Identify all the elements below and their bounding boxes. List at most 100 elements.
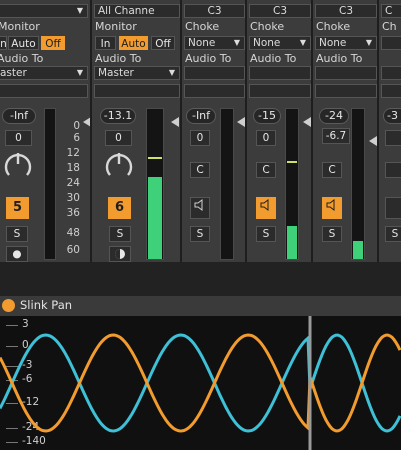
meter-fill — [148, 176, 162, 259]
audio-to-select[interactable] — [315, 66, 377, 80]
volume-fader-handle[interactable] — [171, 117, 179, 127]
pan-display[interactable]: 0 — [105, 130, 132, 146]
channel-strip-c3-b: C3 Choke None ▼ Audio To -15 0 C S — [247, 0, 313, 262]
note-c-button[interactable]: C — [322, 162, 342, 178]
monitor-auto-button[interactable]: Auto — [119, 36, 148, 50]
volume-fader-handle[interactable] — [303, 117, 311, 127]
pan-display[interactable]: 0 — [190, 130, 210, 146]
monitor-off-button[interactable]: Off — [41, 36, 65, 50]
audio-to-label: Audio To — [250, 52, 297, 65]
track-activator-button[interactable]: 6 — [108, 197, 131, 219]
monitor-off-button[interactable]: Off — [151, 36, 175, 50]
volume-display[interactable]: -Inf — [186, 108, 216, 124]
level-meter — [220, 108, 234, 260]
sends-field — [315, 84, 377, 98]
solo-button[interactable]: S — [256, 226, 276, 242]
input-channel-select[interactable]: All Channe — [94, 4, 180, 18]
note-c-button[interactable]: C — [256, 162, 276, 178]
note-field[interactable]: C3 — [315, 4, 377, 18]
half-circle-icon — [115, 249, 125, 259]
note-field[interactable]: C3 — [249, 4, 311, 18]
monitor-in-button[interactable]: In — [0, 36, 7, 50]
choke-value: None — [253, 37, 281, 49]
device-on-icon[interactable] — [2, 299, 15, 312]
choke-select[interactable]: None ▼ — [249, 36, 311, 50]
channel-strip-partial: C Ch -3 S — [379, 0, 401, 262]
volume-fader-handle[interactable] — [369, 136, 377, 146]
channel-strip-6: All Channe Monitor In Auto Off Audio To … — [92, 0, 182, 262]
chevron-down-icon: ▼ — [76, 6, 83, 15]
channel-strip-c3-c: C3 Choke None ▼ Audio To -24 -6.7 C S — [313, 0, 379, 262]
meter-fill — [287, 226, 297, 259]
pan-display[interactable]: -6.7 — [322, 128, 350, 144]
meter-scale-label: 60 — [66, 244, 80, 256]
pan-knob[interactable] — [3, 150, 33, 180]
pan-display[interactable]: 0 — [5, 130, 32, 146]
solo-button[interactable]: S — [385, 226, 401, 242]
choke-label: Ch — [382, 20, 397, 33]
speaker-toggle[interactable] — [190, 197, 210, 219]
input-channel-value: All Channe — [98, 5, 155, 17]
note-c-button[interactable] — [385, 162, 401, 178]
chevron-down-icon: ▼ — [365, 38, 372, 47]
pan-knob[interactable] — [104, 150, 134, 180]
input-channel-select[interactable]: ▼ — [0, 4, 88, 18]
choke-select[interactable]: None ▼ — [315, 36, 377, 50]
speaker-icon — [326, 199, 335, 211]
audio-to-value: aster — [0, 67, 27, 79]
envelope-curves — [0, 316, 401, 450]
chevron-down-icon: ▼ — [168, 68, 175, 77]
section-divider — [0, 262, 401, 296]
pan-display[interactable] — [385, 130, 401, 146]
level-meter — [351, 108, 365, 260]
audio-to-label: Audio To — [316, 52, 363, 65]
meter-scale-label: 12 — [66, 147, 80, 159]
audio-to-select[interactable] — [249, 66, 311, 80]
peak-marker — [287, 161, 297, 163]
volume-display[interactable]: -13.1 — [100, 108, 136, 124]
note-field[interactable]: C — [381, 4, 401, 18]
envelope-plot[interactable]: 3 0 -3 -6 -12 -24 -140 — [0, 316, 401, 450]
note-field[interactable]: C3 — [184, 4, 245, 18]
speaker-icon — [260, 199, 269, 211]
speaker-toggle[interactable] — [322, 197, 342, 219]
choke-select[interactable] — [381, 36, 401, 50]
level-meter — [146, 108, 164, 260]
solo-button[interactable]: S — [109, 226, 131, 242]
cyan-envelope-curve — [0, 333, 401, 433]
audio-to-select[interactable]: aster ▼ — [0, 66, 88, 80]
meter-scale-label: 18 — [66, 162, 80, 174]
audio-to-select[interactable]: Master ▼ — [94, 66, 180, 80]
meter-scale-label: 48 — [66, 227, 80, 239]
volume-display[interactable]: -3 — [383, 108, 401, 124]
level-meter — [285, 108, 299, 260]
mixer-panel: ▼ Monitor In Auto Off Audio To aster ▼ -I… — [0, 0, 401, 262]
solo-button[interactable]: S — [190, 226, 210, 242]
peak-marker — [148, 157, 162, 159]
solo-button[interactable]: S — [322, 226, 342, 242]
volume-fader-handle[interactable] — [237, 117, 245, 127]
record-arm-button[interactable]: ● — [6, 246, 28, 262]
speaker-toggle[interactable] — [385, 197, 401, 219]
pan-display[interactable]: 0 — [256, 130, 276, 146]
monitor-in-button[interactable]: In — [95, 36, 116, 50]
note-c-button[interactable]: C — [190, 162, 210, 178]
audio-to-select[interactable] — [381, 66, 401, 80]
track-activator-button[interactable]: 5 — [6, 197, 29, 219]
monitor-auto-button[interactable]: Auto — [8, 36, 39, 50]
speaker-toggle[interactable] — [256, 197, 276, 219]
volume-display[interactable]: -15 — [253, 108, 281, 124]
monitor-mode-button[interactable] — [109, 246, 131, 262]
volume-fader-handle[interactable] — [83, 117, 90, 127]
volume-display[interactable]: -Inf — [2, 108, 36, 124]
chevron-down-icon: ▼ — [233, 38, 240, 47]
volume-display[interactable]: -24 — [319, 108, 349, 124]
choke-label: Choke — [250, 20, 285, 33]
meter-scale-label: 0 — [73, 120, 80, 132]
solo-button[interactable]: S — [6, 226, 28, 242]
channel-strip-5: ▼ Monitor In Auto Off Audio To aster ▼ -I… — [0, 0, 92, 262]
audio-to-select[interactable] — [184, 66, 245, 80]
envelope-title: Slink Pan — [20, 298, 73, 312]
meter-scale-label: 24 — [66, 177, 80, 189]
choke-select[interactable]: None ▼ — [184, 36, 245, 50]
